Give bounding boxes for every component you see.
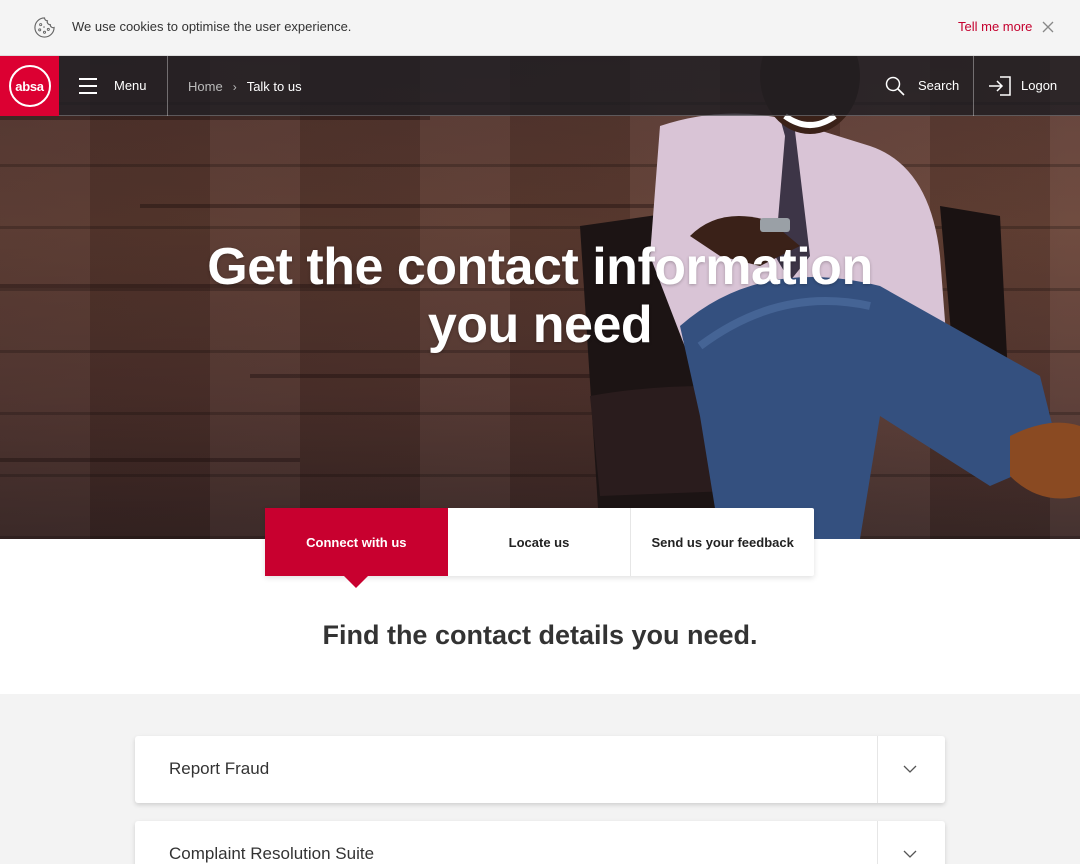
close-icon[interactable] xyxy=(1040,19,1056,35)
tab-send-feedback[interactable]: Send us your feedback xyxy=(631,508,814,576)
logon-button[interactable]: Logon xyxy=(975,56,1080,116)
accordion-item-complaint-resolution[interactable]: Complaint Resolution Suite xyxy=(135,821,945,864)
hamburger-icon xyxy=(79,78,97,94)
chevron-right-icon: › xyxy=(232,79,237,94)
menu-button[interactable]: Menu xyxy=(59,56,168,116)
contact-tabs: Connect with us Locate us Send us your f… xyxy=(265,508,814,588)
breadcrumb: Home › Talk to us xyxy=(188,79,302,94)
top-navigation: absa Menu Home › Talk to us Search Logon xyxy=(0,56,1080,116)
tab-label: Send us your feedback xyxy=(651,534,794,550)
absa-logo[interactable]: absa xyxy=(0,56,59,116)
logon-label: Logon xyxy=(1021,78,1058,93)
tab-label: Locate us xyxy=(508,534,570,550)
accordion-title: Complaint Resolution Suite xyxy=(169,844,375,863)
search-label: Search xyxy=(918,78,960,93)
logo-text: absa xyxy=(15,78,44,94)
accordion-title: Report Fraud xyxy=(169,759,270,778)
section-heading: Find the contact details you need. xyxy=(322,620,758,650)
active-tab-pointer xyxy=(343,575,369,588)
cookie-icon xyxy=(34,17,55,38)
hero-title: Get the contact information you need xyxy=(190,238,890,354)
tab-label: Connect with us xyxy=(306,534,407,550)
chevron-down-icon[interactable] xyxy=(902,848,918,860)
accordion-divider xyxy=(877,736,878,803)
accordion-divider xyxy=(877,821,878,864)
accordion-section: Report Fraud Complaint Resolution Suite xyxy=(0,694,1080,864)
login-icon xyxy=(989,76,1011,96)
menu-label: Menu xyxy=(114,78,147,93)
tab-locate-us[interactable]: Locate us xyxy=(448,508,632,576)
hero-title-line1: Get the contact information xyxy=(207,238,873,296)
chevron-down-icon[interactable] xyxy=(902,763,918,775)
accordion-item-report-fraud[interactable]: Report Fraud xyxy=(135,736,945,803)
tab-connect-with-us[interactable]: Connect with us xyxy=(265,508,448,588)
search-button[interactable]: Search xyxy=(870,56,974,116)
search-icon xyxy=(885,76,905,96)
logo-ring: absa xyxy=(8,65,51,107)
hero-title-line2: you need xyxy=(427,296,653,354)
cookie-banner: We use cookies to optimise the user expe… xyxy=(0,0,1080,56)
tell-me-more-link[interactable]: Tell me more xyxy=(958,19,1032,34)
cookie-message: We use cookies to optimise the user expe… xyxy=(72,19,352,34)
breadcrumb-home[interactable]: Home xyxy=(188,79,223,94)
breadcrumb-current: Talk to us xyxy=(246,79,302,94)
